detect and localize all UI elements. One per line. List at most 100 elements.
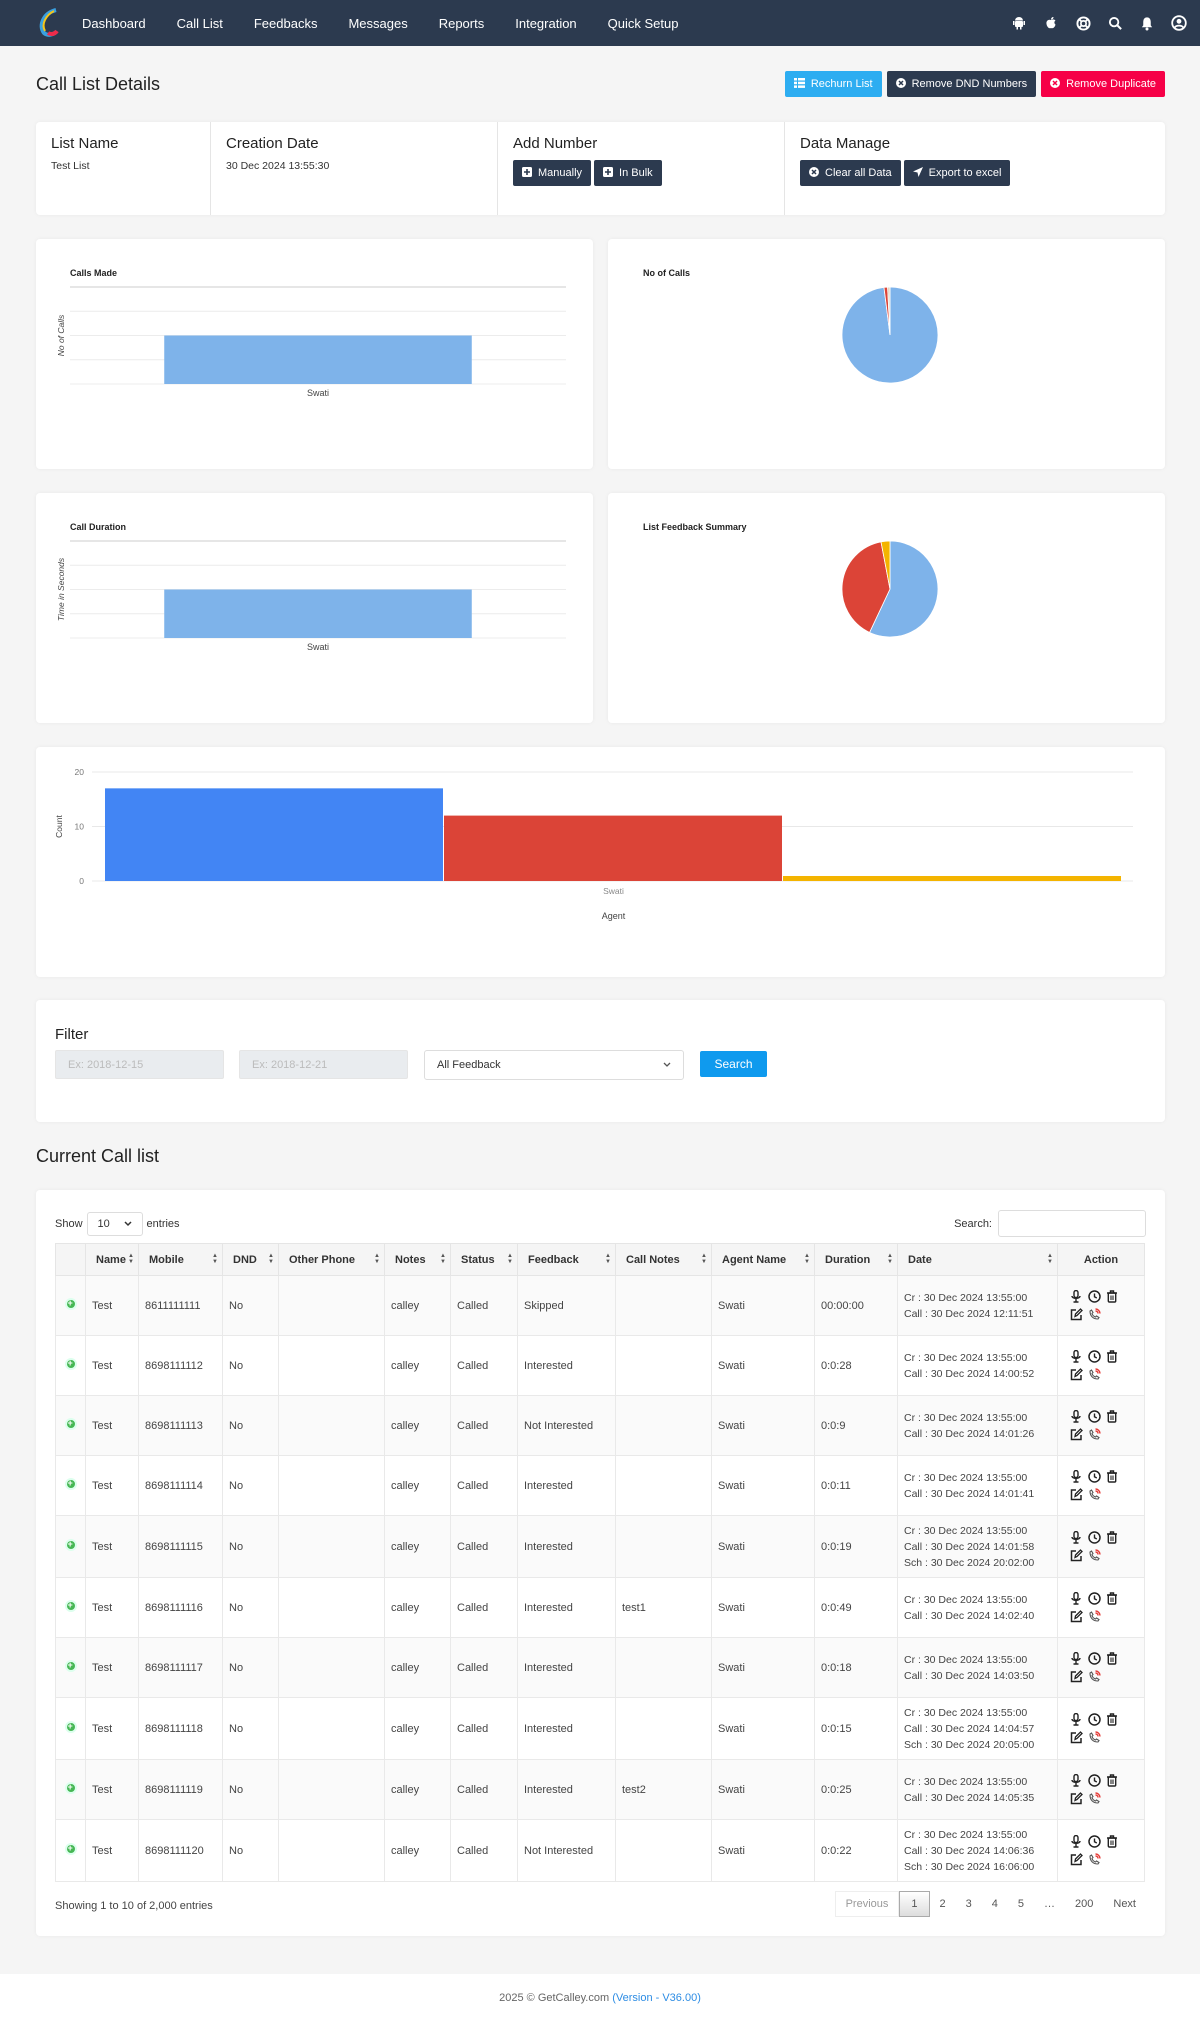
remove-duplicate-button[interactable]: Remove Duplicate bbox=[1041, 71, 1165, 97]
call-icon[interactable] bbox=[1088, 1367, 1102, 1382]
expand-row-icon[interactable] bbox=[64, 1298, 77, 1310]
remove-dnd-button[interactable]: Remove DND Numbers bbox=[886, 71, 1037, 97]
column-header-notes[interactable]: Notes ▲▼ bbox=[384, 1243, 451, 1276]
recording-mic-icon[interactable] bbox=[1070, 1530, 1084, 1545]
recording-mic-icon[interactable] bbox=[1070, 1712, 1084, 1727]
edit-icon[interactable] bbox=[1070, 1307, 1084, 1322]
history-clock-icon[interactable] bbox=[1088, 1289, 1102, 1304]
column-header-agent-name[interactable]: Agent Name ▲▼ bbox=[711, 1243, 815, 1276]
call-icon[interactable] bbox=[1088, 1730, 1102, 1745]
edit-icon[interactable] bbox=[1070, 1669, 1084, 1684]
table-search-input[interactable] bbox=[998, 1210, 1146, 1237]
sort-icon[interactable]: ▲▼ bbox=[268, 1253, 274, 1265]
expand-row-icon[interactable] bbox=[64, 1539, 77, 1551]
delete-trash-icon[interactable] bbox=[1106, 1651, 1120, 1666]
call-icon[interactable] bbox=[1088, 1487, 1102, 1502]
edit-icon[interactable] bbox=[1070, 1548, 1084, 1563]
search-icon[interactable] bbox=[1106, 14, 1124, 32]
history-clock-icon[interactable] bbox=[1088, 1651, 1102, 1666]
history-clock-icon[interactable] bbox=[1088, 1409, 1102, 1424]
nav-call-list[interactable]: Call List bbox=[177, 16, 223, 31]
rechurn-list-button[interactable]: Rechurn List bbox=[784, 71, 882, 97]
pagination-page[interactable]: 200 bbox=[1065, 1891, 1103, 1917]
recording-mic-icon[interactable] bbox=[1070, 1651, 1084, 1666]
bar[interactable] bbox=[164, 589, 472, 639]
filter-search-button[interactable]: Search bbox=[700, 1051, 767, 1077]
recording-mic-icon[interactable] bbox=[1070, 1289, 1084, 1304]
delete-trash-icon[interactable] bbox=[1106, 1773, 1120, 1788]
delete-trash-icon[interactable] bbox=[1106, 1349, 1120, 1364]
call-icon[interactable] bbox=[1088, 1427, 1102, 1442]
expand-row-icon[interactable] bbox=[64, 1600, 77, 1612]
recording-mic-icon[interactable] bbox=[1070, 1349, 1084, 1364]
sort-icon[interactable]: ▲▼ bbox=[128, 1253, 134, 1265]
history-clock-icon[interactable] bbox=[1088, 1349, 1102, 1364]
nav-feedbacks[interactable]: Feedbacks bbox=[254, 16, 318, 31]
expand-row-icon[interactable] bbox=[64, 1660, 77, 1672]
delete-trash-icon[interactable] bbox=[1106, 1530, 1120, 1545]
delete-trash-icon[interactable] bbox=[1106, 1469, 1120, 1484]
history-clock-icon[interactable] bbox=[1088, 1773, 1102, 1788]
call-icon[interactable] bbox=[1088, 1307, 1102, 1322]
sort-icon[interactable]: ▲▼ bbox=[1047, 1253, 1053, 1265]
delete-trash-icon[interactable] bbox=[1106, 1409, 1120, 1424]
expand-row-icon[interactable] bbox=[64, 1782, 77, 1794]
nav-messages[interactable]: Messages bbox=[348, 16, 407, 31]
call-icon[interactable] bbox=[1088, 1852, 1102, 1867]
footer-version[interactable]: (Version - V36.00) bbox=[612, 1992, 701, 2004]
column-header-call-notes[interactable]: Call Notes ▲▼ bbox=[615, 1243, 712, 1276]
column-header-mobile[interactable]: Mobile ▲▼ bbox=[138, 1243, 223, 1276]
history-clock-icon[interactable] bbox=[1088, 1591, 1102, 1606]
nav-dashboard[interactable]: Dashboard bbox=[82, 16, 146, 31]
history-clock-icon[interactable] bbox=[1088, 1469, 1102, 1484]
delete-trash-icon[interactable] bbox=[1106, 1591, 1120, 1606]
sort-icon[interactable]: ▲▼ bbox=[701, 1253, 707, 1265]
export-excel-button[interactable]: Export to excel bbox=[903, 160, 1011, 186]
apple-icon[interactable] bbox=[1042, 14, 1060, 32]
pagination-page[interactable]: 2 bbox=[930, 1891, 956, 1917]
pagination-previous[interactable]: Previous bbox=[834, 1891, 900, 1917]
user-icon[interactable] bbox=[1170, 14, 1188, 32]
nav-quick-setup[interactable]: Quick Setup bbox=[608, 16, 679, 31]
recording-mic-icon[interactable] bbox=[1070, 1834, 1084, 1849]
feedback-select[interactable]: All Feedback bbox=[424, 1050, 684, 1080]
android-icon[interactable] bbox=[1010, 14, 1028, 32]
pagination-page[interactable]: 4 bbox=[982, 1891, 1008, 1917]
column-header-name[interactable]: Name ▲▼ bbox=[85, 1243, 139, 1276]
sort-icon[interactable]: ▲▼ bbox=[804, 1253, 810, 1265]
edit-icon[interactable] bbox=[1070, 1487, 1084, 1502]
pagination-page[interactable]: 1 bbox=[899, 1891, 930, 1917]
recording-mic-icon[interactable] bbox=[1070, 1469, 1084, 1484]
pagination-page[interactable]: 5 bbox=[1008, 1891, 1034, 1917]
add-in-bulk-button[interactable]: In Bulk bbox=[594, 160, 662, 186]
column-header-other-phone[interactable]: Other Phone ▲▼ bbox=[278, 1243, 385, 1276]
recording-mic-icon[interactable] bbox=[1070, 1591, 1084, 1606]
column-header-status[interactable]: Status ▲▼ bbox=[450, 1243, 518, 1276]
expand-row-icon[interactable] bbox=[64, 1721, 77, 1733]
to-date-input[interactable]: Ex: 2018-12-21 bbox=[239, 1050, 408, 1079]
delete-trash-icon[interactable] bbox=[1106, 1712, 1120, 1727]
bar-interested[interactable] bbox=[105, 788, 443, 881]
recording-mic-icon[interactable] bbox=[1070, 1773, 1084, 1788]
bar-skipped[interactable] bbox=[783, 876, 1121, 881]
expand-row-icon[interactable] bbox=[64, 1478, 77, 1490]
call-icon[interactable] bbox=[1088, 1791, 1102, 1806]
column-header-duration[interactable]: Duration ▲▼ bbox=[814, 1243, 898, 1276]
history-clock-icon[interactable] bbox=[1088, 1712, 1102, 1727]
history-clock-icon[interactable] bbox=[1088, 1530, 1102, 1545]
bar-not-interested[interactable] bbox=[444, 815, 782, 881]
recording-mic-icon[interactable] bbox=[1070, 1409, 1084, 1424]
add-manually-button[interactable]: Manually bbox=[513, 160, 592, 186]
edit-icon[interactable] bbox=[1070, 1791, 1084, 1806]
delete-trash-icon[interactable] bbox=[1106, 1289, 1120, 1304]
pagination-next[interactable]: Next bbox=[1103, 1891, 1146, 1917]
expand-row-icon[interactable] bbox=[64, 1418, 77, 1430]
entries-per-page-select[interactable]: 10 bbox=[86, 1212, 143, 1236]
expand-row-icon[interactable] bbox=[64, 1843, 77, 1855]
calley-logo[interactable] bbox=[34, 7, 66, 39]
column-header-date[interactable]: Date ▲▼ bbox=[897, 1243, 1058, 1276]
edit-icon[interactable] bbox=[1070, 1427, 1084, 1442]
edit-icon[interactable] bbox=[1070, 1609, 1084, 1624]
from-date-input[interactable]: Ex: 2018-12-15 bbox=[55, 1050, 224, 1079]
bar[interactable] bbox=[164, 335, 472, 385]
